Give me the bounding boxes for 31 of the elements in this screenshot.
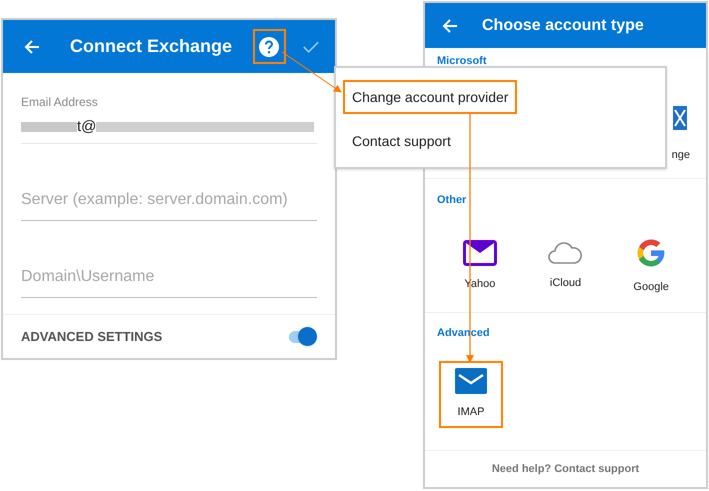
text-field[interactable]: Domain\Username: [21, 265, 317, 298]
back-arrow-icon[interactable]: [23, 38, 41, 56]
screen-title: Choose account type: [482, 16, 644, 36]
menu-item[interactable]: Change account provider: [343, 80, 518, 114]
toggle-switch[interactable]: [287, 326, 317, 346]
cloud-icon: [547, 240, 584, 265]
provider-label: nge: [672, 148, 690, 162]
envelope-icon: [455, 368, 487, 394]
annotation-arrow: [282, 52, 342, 93]
account-type-option[interactable]: iCloud: [522, 232, 608, 300]
blurred-text-icon: [21, 121, 77, 133]
back-arrow-icon[interactable]: [441, 16, 459, 34]
email-value: t@: [77, 116, 96, 137]
blurred-text-icon: [96, 121, 314, 133]
field-label: Email Address: [21, 94, 99, 111]
section-heading: Other: [437, 193, 468, 208]
email-field[interactable]: t@: [21, 115, 317, 139]
account-type-option[interactable]: IMAP: [439, 360, 503, 428]
google-g-icon: [635, 236, 668, 269]
help-link[interactable]: Need help? Contact support: [492, 460, 640, 478]
exchange-icon: [672, 104, 688, 130]
account-type-option[interactable]: Google: [608, 232, 694, 300]
section-heading: Microsoft: [437, 54, 488, 69]
check-icon[interactable]: [302, 38, 319, 54]
menu-item[interactable]: Contact support: [343, 124, 460, 158]
text-field[interactable]: Server (example: server.domain.com): [21, 188, 317, 221]
help-button[interactable]: [253, 29, 286, 64]
screen-title: Connect Exchange: [70, 35, 232, 58]
advanced-settings-label: ADVANCED SETTINGS: [21, 328, 162, 346]
help-icon: [259, 36, 280, 56]
envelope-icon: [462, 240, 497, 266]
